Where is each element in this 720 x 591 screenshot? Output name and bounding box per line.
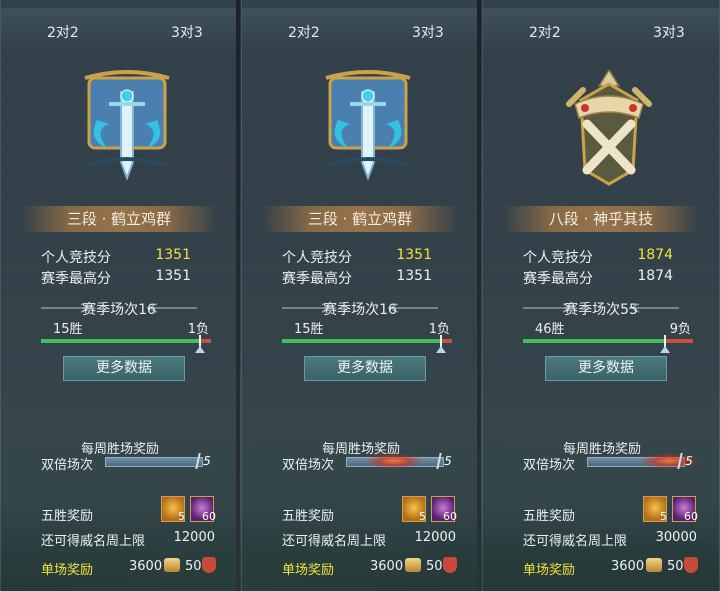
crossed-swords-crown-emblem-icon xyxy=(566,70,652,186)
rank-title: 三段 · 鹤立鸡群 xyxy=(262,206,458,232)
sword-banner-emblem-icon xyxy=(84,70,170,181)
wins-count: 46胜 xyxy=(535,322,565,337)
win-portion xyxy=(41,339,200,343)
double-matches-bar xyxy=(105,457,203,467)
tab-2v2[interactable]: 2对2 xyxy=(529,22,561,42)
mode-tabs: 2对2 3对3 xyxy=(483,8,719,52)
weekly-limit-label: 还可得威名周上限 xyxy=(282,534,387,549)
wins-count: 15胜 xyxy=(294,322,324,337)
double-matches-count: 5 xyxy=(677,453,699,469)
progress-glow xyxy=(364,451,424,471)
double-matches-label: 双倍场次 xyxy=(523,458,576,473)
single-honor-value: 50 xyxy=(185,559,202,574)
marker-triangle-icon xyxy=(660,346,670,353)
season-best-value: 1351 xyxy=(396,268,432,284)
double-matches-count: 5 xyxy=(195,453,217,469)
more-data-button[interactable]: 更多数据 xyxy=(63,356,185,381)
purple-item-count: 60 xyxy=(684,510,698,523)
season-matches: 赛季场次55 xyxy=(564,302,638,318)
tab-3v3[interactable]: 3对3 xyxy=(412,22,444,42)
coin-icon xyxy=(646,558,662,572)
coin-icon xyxy=(405,558,421,572)
panel-divider xyxy=(236,0,240,591)
marker-triangle-icon xyxy=(436,346,446,353)
arena-panel-3: 2对2 3对3 八段 · 神乎其技 个人竞技分 1874 赛季最高分 1874 … xyxy=(482,0,720,591)
season-best-value: 1874 xyxy=(637,268,673,284)
more-data-button[interactable]: 更多数据 xyxy=(545,356,667,381)
tab-2v2[interactable]: 2对2 xyxy=(47,22,79,42)
single-coin-value: 3600 xyxy=(611,559,645,574)
tab-2v2[interactable]: 2对2 xyxy=(288,22,320,42)
tab-3v3[interactable]: 3对3 xyxy=(171,22,203,42)
season-matches: 赛季场次16 xyxy=(323,302,397,318)
marker-triangle-icon xyxy=(195,346,205,353)
wins-count: 15胜 xyxy=(53,322,83,337)
single-honor-value: 50 xyxy=(426,559,443,574)
weekly-limit-value: 30000 xyxy=(655,530,697,545)
rank-title: 三段 · 鹤立鸡群 xyxy=(21,206,217,232)
personal-score-value: 1351 xyxy=(155,247,191,263)
personal-score-label: 个人竞技分 xyxy=(41,250,111,266)
losses-count: 9负 xyxy=(669,322,691,337)
season-best-label: 赛季最高分 xyxy=(282,271,352,287)
gold-item-count: 5 xyxy=(178,510,185,523)
honor-shield-icon xyxy=(202,557,216,573)
win-loss-bar xyxy=(282,335,452,347)
personal-score-label: 个人竞技分 xyxy=(523,250,593,266)
season-best-label: 赛季最高分 xyxy=(523,271,593,287)
losses-count: 1负 xyxy=(428,322,450,337)
win-portion xyxy=(523,339,665,343)
five-win-reward-label: 五胜奖励 xyxy=(41,509,94,524)
weekly-limit-label: 还可得威名周上限 xyxy=(523,534,628,549)
arena-panel-1: 2对2 3对3 三段 · 鹤立鸡群 个人竞技分 1351 赛季最高分 1351 … xyxy=(0,0,238,591)
personal-score-label: 个人竞技分 xyxy=(282,250,352,266)
gold-item-count: 5 xyxy=(660,510,667,523)
mode-tabs: 2对2 3对3 xyxy=(1,8,237,52)
weekly-limit-label: 还可得威名周上限 xyxy=(41,534,146,549)
arena-panel-2: 2对2 3对3 三段 · 鹤立鸡群 个人竞技分 1351 赛季最高分 1351 … xyxy=(241,0,479,591)
gold-item-count: 5 xyxy=(419,510,426,523)
tab-3v3[interactable]: 3对3 xyxy=(653,22,685,42)
more-data-button[interactable]: 更多数据 xyxy=(304,356,426,381)
win-portion xyxy=(282,339,441,343)
double-matches-count: 5 xyxy=(436,453,458,469)
purple-item-count: 60 xyxy=(443,510,457,523)
double-matches-label: 双倍场次 xyxy=(282,458,335,473)
win-loss-bar xyxy=(41,335,211,347)
honor-shield-icon xyxy=(684,557,698,573)
sword-banner-emblem-icon xyxy=(325,70,411,181)
coin-icon xyxy=(164,558,180,572)
honor-shield-icon xyxy=(443,557,457,573)
losses-count: 1负 xyxy=(187,322,209,337)
season-matches: 赛季场次16 xyxy=(82,302,156,318)
five-win-reward-label: 五胜奖励 xyxy=(523,509,576,524)
win-loss-bar xyxy=(523,335,693,347)
single-match-reward-label: 单场奖励 xyxy=(282,563,335,578)
personal-score-value: 1874 xyxy=(637,247,673,263)
single-coin-value: 3600 xyxy=(129,559,163,574)
panel-divider xyxy=(477,0,481,591)
season-best-label: 赛季最高分 xyxy=(41,271,111,287)
single-honor-value: 50 xyxy=(667,559,684,574)
purple-item-count: 60 xyxy=(202,510,216,523)
double-matches-label: 双倍场次 xyxy=(41,458,94,473)
single-match-reward-label: 单场奖励 xyxy=(41,563,94,578)
weekly-limit-value: 12000 xyxy=(173,530,215,545)
personal-score-value: 1351 xyxy=(396,247,432,263)
five-win-reward-label: 五胜奖励 xyxy=(282,509,335,524)
single-match-reward-label: 单场奖励 xyxy=(523,563,576,578)
rank-title: 八段 · 神乎其技 xyxy=(503,206,699,232)
weekly-limit-value: 12000 xyxy=(414,530,456,545)
season-best-value: 1351 xyxy=(155,268,191,284)
single-coin-value: 3600 xyxy=(370,559,404,574)
mode-tabs: 2对2 3对3 xyxy=(242,8,478,52)
